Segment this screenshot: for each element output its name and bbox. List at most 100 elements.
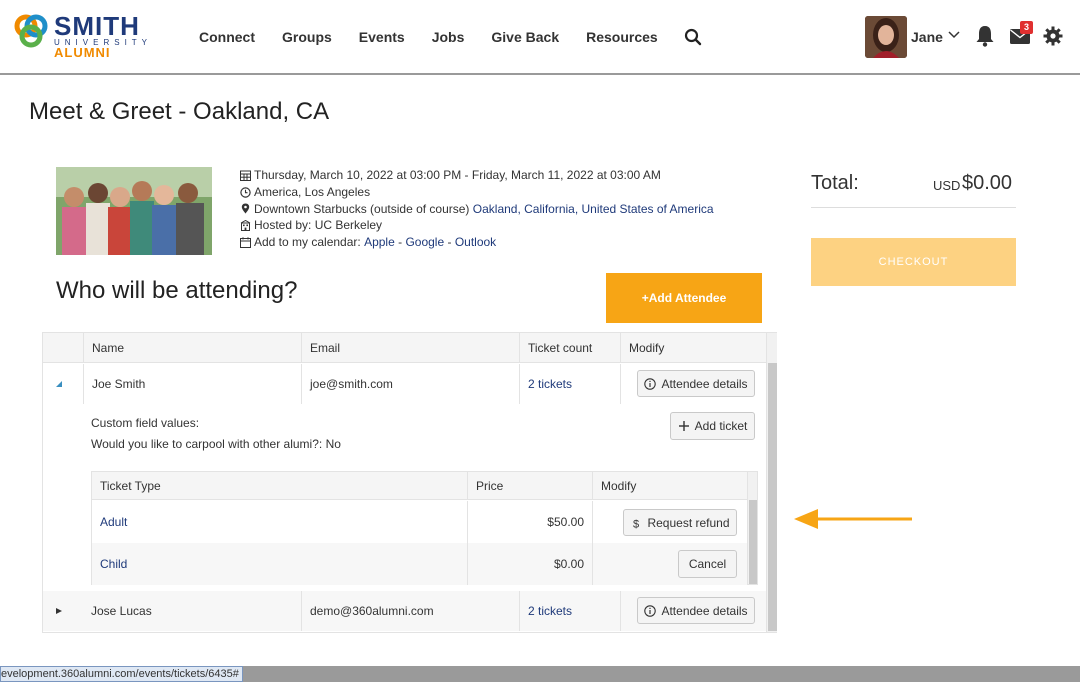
calendar-google-link[interactable]: Google [405, 234, 444, 251]
user-photo-icon [865, 16, 907, 58]
attendees-table: Name Email Ticket count Modify Joe Smith… [42, 332, 777, 633]
attendee-details-button[interactable]: Attendee details [637, 597, 755, 624]
column-ticket-count[interactable]: Ticket count [519, 333, 620, 363]
calendar-separator: - [444, 235, 455, 250]
calendar-grid-icon [240, 170, 251, 181]
total-label: Total: [811, 172, 859, 194]
nav-jobs[interactable]: Jobs [432, 28, 465, 46]
tickets-table: Ticket Type Price Modify Adult $50.00 $ … [91, 471, 758, 585]
smith-alumni-logo[interactable]: SMITH UNIVERSITY ALUMNI [14, 12, 164, 62]
add-attendee-button[interactable]: +Add Attendee [606, 273, 762, 323]
user-name[interactable]: Jane [911, 29, 943, 45]
custom-field-answer: Would you like to carpool with other alu… [91, 437, 341, 451]
info-icon [644, 377, 657, 390]
table-row: Jose Lucas demo@360alumni.com 2 tickets … [43, 591, 766, 631]
info-icon [644, 604, 657, 617]
column-price[interactable]: Price [467, 472, 592, 500]
nav-groups[interactable]: Groups [282, 28, 332, 46]
column-ticket-type[interactable]: Ticket Type [92, 472, 467, 500]
mail-count-badge: 3 [1020, 21, 1033, 34]
ticket-type-link[interactable]: Child [100, 557, 127, 571]
group-photo-icon [56, 167, 212, 255]
ticket-price: $50.00 [467, 501, 592, 543]
event-datetime-text: Thursday, March 10, 2022 at 03:00 PM - F… [254, 168, 661, 182]
event-location: Downtown Starbucks (outside of course) O… [240, 201, 714, 218]
bell-icon[interactable] [975, 25, 995, 47]
column-name[interactable]: Name [83, 333, 301, 363]
event-host-text: Hosted by: UC Berkeley [254, 218, 383, 233]
calendar-label: Add to my calendar: [254, 235, 361, 250]
calendar-apple-link[interactable]: Apple [364, 234, 395, 251]
calendar-icon [240, 237, 251, 249]
avatar[interactable] [865, 16, 907, 58]
attendees-scrollbar[interactable] [766, 333, 777, 632]
dollar-icon: $ [633, 518, 639, 529]
checkout-button[interactable]: CHECKOUT [811, 238, 1016, 286]
top-navigation: SMITH UNIVERSITY ALUMNI Connect Groups E… [0, 0, 1080, 75]
table-row: Child $0.00 Cancel [92, 543, 747, 585]
table-row: Joe Smith joe@smith.com 2 tickets Attend… [43, 364, 766, 404]
nav-events[interactable]: Events [359, 28, 405, 46]
column-email[interactable]: Email [301, 333, 519, 363]
event-calendar: Add to my calendar: Apple - Google - Out… [240, 234, 714, 251]
gear-icon[interactable] [1043, 26, 1063, 46]
ticket-count-link[interactable]: 2 tickets [528, 604, 572, 618]
collapse-toggle-icon[interactable] [55, 380, 63, 388]
calendar-outlook-link[interactable]: Outlook [455, 234, 496, 251]
nav-connect[interactable]: Connect [199, 28, 255, 46]
total-currency: USD [933, 178, 961, 193]
building-icon [240, 220, 251, 232]
clock-icon [240, 186, 251, 198]
map-pin-icon [241, 203, 250, 214]
ticket-count-cell: 2 tickets [519, 364, 620, 404]
expand-toggle-icon[interactable] [55, 607, 63, 615]
logo-smith-text: SMITH [54, 11, 140, 41]
attendee-email: joe@smith.com [301, 364, 519, 404]
column-modify: Modify [620, 333, 766, 363]
event-photo [56, 167, 212, 255]
svg-text:$: $ [633, 518, 639, 529]
tickets-table-header: Ticket Type Price Modify [92, 472, 747, 500]
tickets-scrollbar[interactable] [747, 472, 757, 584]
left-arrow-icon [794, 509, 912, 529]
attendee-details-label: Attendee details [661, 376, 748, 391]
request-refund-button[interactable]: $ Request refund [623, 509, 737, 536]
event-location-text: Downtown Starbucks (outside of course) [254, 201, 470, 216]
attendees-table-header: Name Email Ticket count Modify [43, 333, 766, 363]
total-divider [811, 207, 1016, 208]
ticket-type-cell: Adult [92, 501, 467, 543]
event-timezone-text: America, Los Angeles [254, 184, 371, 199]
search-icon[interactable] [684, 28, 702, 46]
custom-field-values: Custom field values: Would you like to c… [91, 413, 341, 455]
status-url: evelopment.360alumni.com/events/tickets/… [0, 666, 243, 682]
plus-icon [678, 421, 689, 431]
nav-resources[interactable]: Resources [586, 28, 658, 46]
attending-heading: Who will be attending? [56, 277, 298, 304]
ticket-count-cell: 2 tickets [519, 591, 620, 631]
attendees-scrollbar-thumb[interactable] [768, 363, 777, 631]
calendar-separator: - [394, 235, 406, 250]
event-timezone: America, Los Angeles [240, 184, 714, 201]
event-info: Thursday, March 10, 2022 at 03:00 PM - F… [240, 167, 714, 251]
chevron-down-icon[interactable] [948, 28, 960, 40]
nav-give-back[interactable]: Give Back [491, 28, 559, 46]
table-row: Adult $50.00 $ Request refund [92, 501, 747, 543]
ticket-type-link[interactable]: Adult [100, 515, 127, 529]
tickets-scrollbar-thumb[interactable] [749, 500, 757, 584]
cancel-button[interactable]: Cancel [678, 550, 737, 578]
attendee-details-button[interactable]: Attendee details [637, 370, 755, 397]
event-datetime: Thursday, March 10, 2022 at 03:00 PM - F… [240, 167, 714, 184]
custom-field-title: Custom field values: [91, 416, 200, 430]
ticket-count-link[interactable]: 2 tickets [528, 377, 572, 391]
total-value: $0.00 [962, 172, 1013, 194]
cancel-label: Cancel [688, 557, 727, 571]
add-ticket-button[interactable]: Add ticket [670, 412, 755, 440]
page-title: Meet & Greet - Oakland, CA [29, 98, 330, 125]
ticket-price: $0.00 [467, 543, 592, 585]
event-location-link[interactable]: Oakland, California, United States of Am… [473, 201, 714, 218]
attendee-details-label: Attendee details [661, 603, 748, 618]
add-ticket-label: Add ticket [694, 419, 748, 433]
event-host: Hosted by: UC Berkeley [240, 217, 714, 234]
logo-mark-icon [14, 14, 48, 48]
attendee-email: demo@360alumni.com [301, 591, 519, 631]
